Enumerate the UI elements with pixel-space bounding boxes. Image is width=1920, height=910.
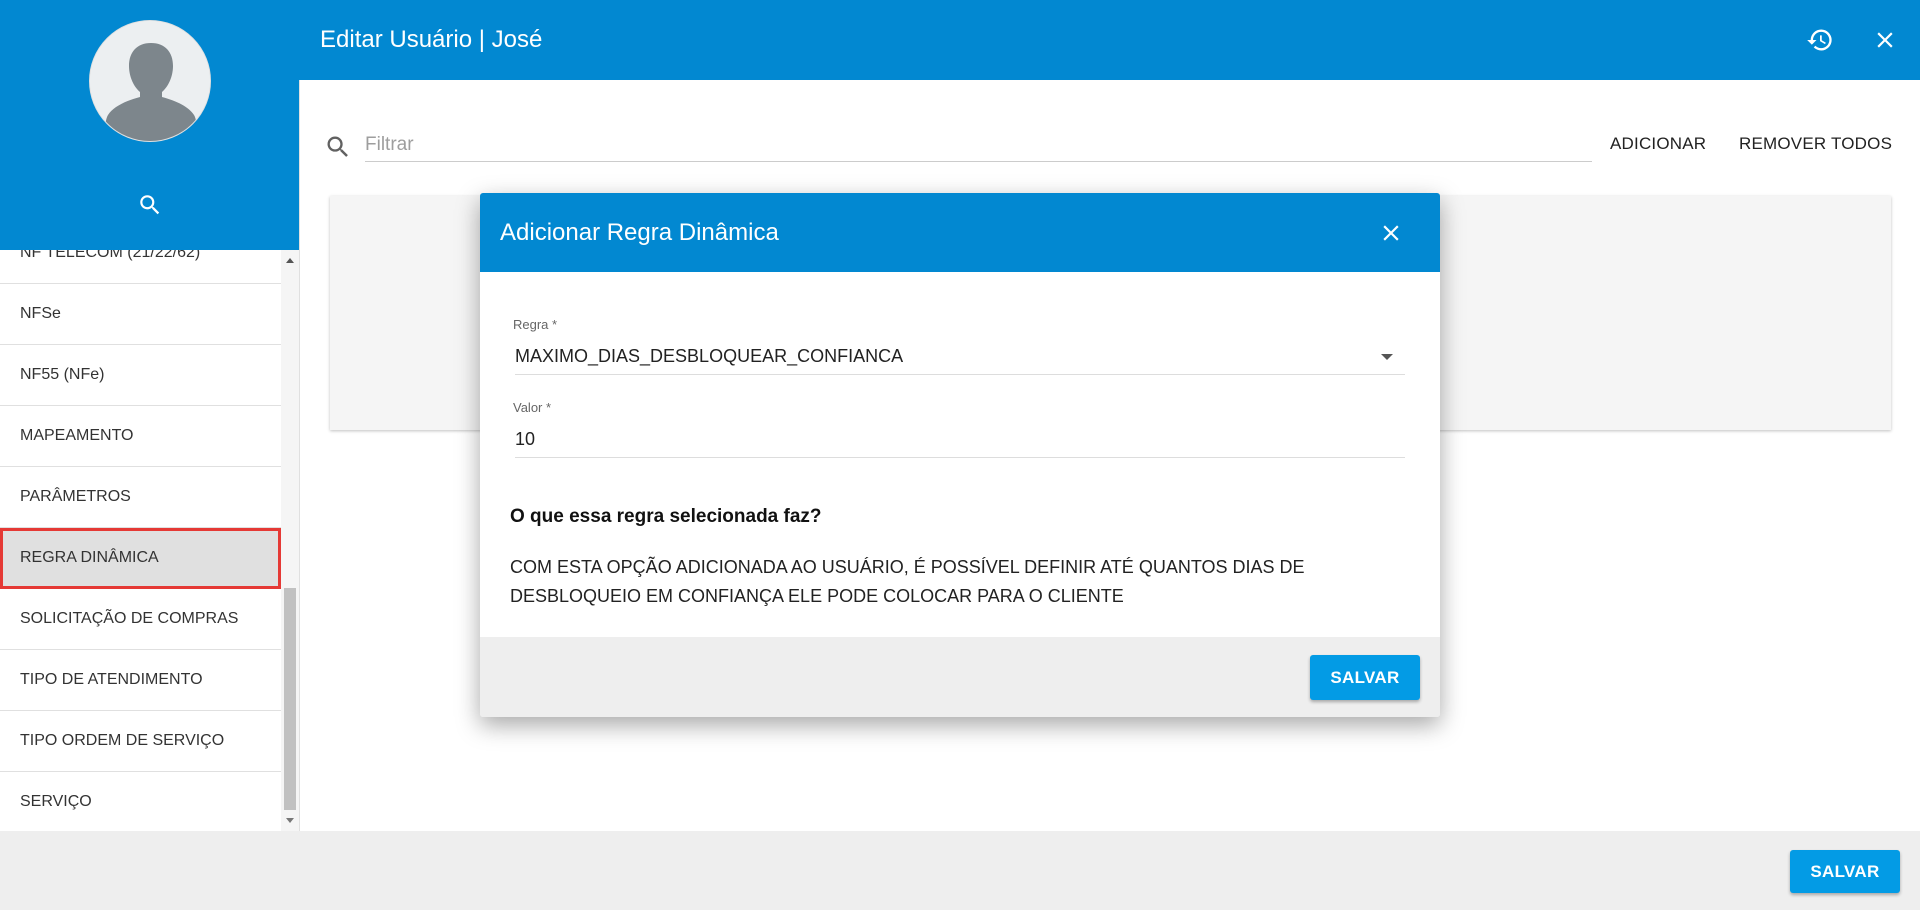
close-icon[interactable]: [1865, 20, 1905, 60]
page-footer: SALVAR: [0, 831, 1920, 910]
dialog-close-icon[interactable]: [1371, 213, 1411, 253]
sidebar-item-label: NF TELECOM (21/22/62): [20, 250, 201, 261]
sidebar-header: [0, 0, 300, 250]
sidebar-item-label: PARÂMETROS: [20, 488, 131, 505]
dialog-footer: SALVAR: [480, 637, 1440, 717]
dialog-title: Adicionar Regra Dinâmica: [500, 219, 779, 246]
sidebar-item-nf-telecom[interactable]: NF TELECOM (21/22/62): [0, 250, 281, 284]
sidebar-item-label: SERVIÇO: [20, 793, 92, 810]
sidebar-item-nfse[interactable]: NFSe: [0, 284, 281, 345]
save-button[interactable]: SALVAR: [1790, 850, 1900, 893]
sidebar-item-label: TIPO DE ATENDIMENTO: [20, 671, 203, 688]
sidebar-divider: [299, 80, 300, 831]
dialog-save-button[interactable]: SALVAR: [1310, 655, 1420, 700]
rule-select-value: MAXIMO_DIAS_DESBLOQUEAR_CONFIANCA: [515, 346, 904, 366]
sidebar-item-label: MAPEAMENTO: [20, 427, 134, 444]
scrollbar-thumb[interactable]: [284, 588, 296, 810]
rule-description-line: DESBLOQUEIO EM CONFIANÇA ELE PODE COLOCA…: [510, 586, 1124, 606]
dialog-header: Adicionar Regra Dinâmica: [480, 193, 1440, 272]
add-rule-dialog: Adicionar Regra Dinâmica Regra * MAXIMO_…: [480, 193, 1440, 717]
sidebar-item-servico[interactable]: SERVIÇO: [0, 772, 281, 831]
chevron-down-icon: [1381, 354, 1393, 360]
sidebar-item-regra-dinamica[interactable]: REGRA DINÂMICA: [0, 528, 281, 589]
sidebar-item-tipo-ordem-servico[interactable]: TIPO ORDEM DE SERVIÇO: [0, 711, 281, 772]
sidebar-item-label: SOLICITAÇÃO DE COMPRAS: [20, 610, 239, 627]
value-input[interactable]: 10: [515, 424, 1405, 458]
sidebar-item-mapeamento[interactable]: MAPEAMENTO: [0, 406, 281, 467]
sidebar-scrollbar[interactable]: [281, 250, 299, 831]
user-avatar-icon: [89, 20, 211, 142]
rule-description-title: O que essa regra selecionada faz?: [510, 506, 822, 527]
search-icon[interactable]: [135, 190, 165, 220]
sidebar-item-nf55[interactable]: NF55 (NFe): [0, 345, 281, 406]
filter-input[interactable]: [365, 128, 1592, 162]
rule-field-label: Regra *: [513, 317, 558, 332]
sidebar-item-label: REGRA DINÂMICA: [20, 549, 159, 566]
sidebar-item-solicitacao-compras[interactable]: SOLICITAÇÃO DE COMPRAS: [0, 589, 281, 650]
rule-description-line: COM ESTA OPÇÃO ADICIONADA AO USUÁRIO, É …: [510, 557, 1305, 577]
remove-all-button[interactable]: REMOVER TODOS: [1739, 126, 1892, 162]
sidebar-item-label: NF55 (NFe): [20, 366, 105, 383]
value-field-label: Valor *: [513, 400, 552, 415]
scroll-up-arrow-icon[interactable]: [286, 258, 294, 263]
scroll-down-arrow-icon[interactable]: [286, 818, 294, 823]
sidebar-menu: NF TELECOM (21/22/62) NFSe NF55 (NFe) MA…: [0, 250, 281, 831]
value-input-text: 10: [515, 429, 536, 449]
sidebar-item-parametros[interactable]: PARÂMETROS: [0, 467, 281, 528]
sidebar-item-label: TIPO ORDEM DE SERVIÇO: [20, 732, 225, 749]
rule-description: COM ESTA OPÇÃO ADICIONADA AO USUÁRIO, É …: [510, 553, 1400, 611]
sidebar-item-label: NFSe: [20, 305, 61, 322]
rule-select[interactable]: MAXIMO_DIAS_DESBLOQUEAR_CONFIANCA: [515, 341, 1405, 375]
history-icon[interactable]: [1800, 20, 1840, 60]
page-title: Editar Usuário | José: [320, 26, 543, 53]
add-button[interactable]: ADICIONAR: [1610, 126, 1706, 162]
sidebar-item-tipo-atendimento[interactable]: TIPO DE ATENDIMENTO: [0, 650, 281, 711]
filter-search-icon: [324, 133, 352, 161]
